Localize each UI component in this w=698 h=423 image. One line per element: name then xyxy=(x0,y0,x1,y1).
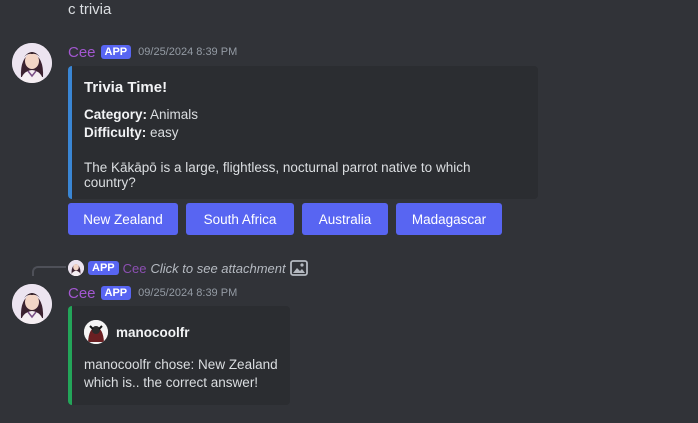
message-header: Cee APP 09/25/2024 8:39 PM xyxy=(68,283,237,303)
timestamp: 09/25/2024 8:39 PM xyxy=(138,287,238,299)
result-line-2: which is.. the correct answer! xyxy=(84,375,259,390)
cee-avatar[interactable] xyxy=(12,43,52,83)
username[interactable]: Cee xyxy=(68,44,96,61)
reply-text[interactable]: Click to see attachment xyxy=(150,261,285,276)
result-embed: manocoolfr manocoolfr chose: New Zealand… xyxy=(68,306,290,405)
reply-username[interactable]: Cee xyxy=(123,261,147,276)
trivia-embed: Trivia Time! Category: Animals Difficult… xyxy=(68,66,538,199)
answer-button-south-africa[interactable]: South Africa xyxy=(186,203,294,235)
reply-app-tag: APP xyxy=(88,261,119,275)
difficulty-label: Difficulty: xyxy=(84,125,147,140)
avatar-illustration-icon xyxy=(12,284,52,324)
embed-title: Trivia Time! xyxy=(84,79,168,96)
app-tag: APP xyxy=(100,286,132,300)
trivia-question: The Kākāpō is a large, flightless, noctu… xyxy=(84,160,471,190)
reply-preview[interactable]: APP Cee Click to see attachment xyxy=(68,259,308,277)
difficulty-value: easy xyxy=(150,125,179,140)
difficulty-line: Difficulty: easy xyxy=(84,124,524,142)
username[interactable]: Cee xyxy=(68,285,96,302)
avatar-illustration-icon xyxy=(12,43,52,83)
avatar-illustration-icon xyxy=(68,260,84,276)
image-icon xyxy=(289,260,308,276)
reply-avatar xyxy=(68,260,84,276)
category-value: Animals xyxy=(150,107,199,122)
embed-author: manocoolfr xyxy=(84,320,278,344)
embed-author-name[interactable]: manocoolfr xyxy=(116,325,190,340)
app-tag: APP xyxy=(100,45,132,59)
category-line: Category: Animals xyxy=(84,106,524,124)
previous-message-text: c trivia xyxy=(68,1,112,18)
timestamp: 09/25/2024 8:39 PM xyxy=(138,46,238,58)
reply-connector xyxy=(32,266,66,276)
message-header: Cee APP 09/25/2024 8:39 PM xyxy=(68,42,237,62)
answer-button-madagascar[interactable]: Madagascar xyxy=(396,203,502,235)
answer-button-australia[interactable]: Australia xyxy=(302,203,388,235)
result-line-1: manocoolfr chose: New Zealand xyxy=(84,357,278,372)
author-avatar xyxy=(84,320,108,344)
category-label: Category: xyxy=(84,107,148,122)
cee-avatar[interactable] xyxy=(12,284,52,324)
answer-button-new-zealand[interactable]: New Zealand xyxy=(68,203,178,235)
author-avatar-icon xyxy=(84,320,108,344)
